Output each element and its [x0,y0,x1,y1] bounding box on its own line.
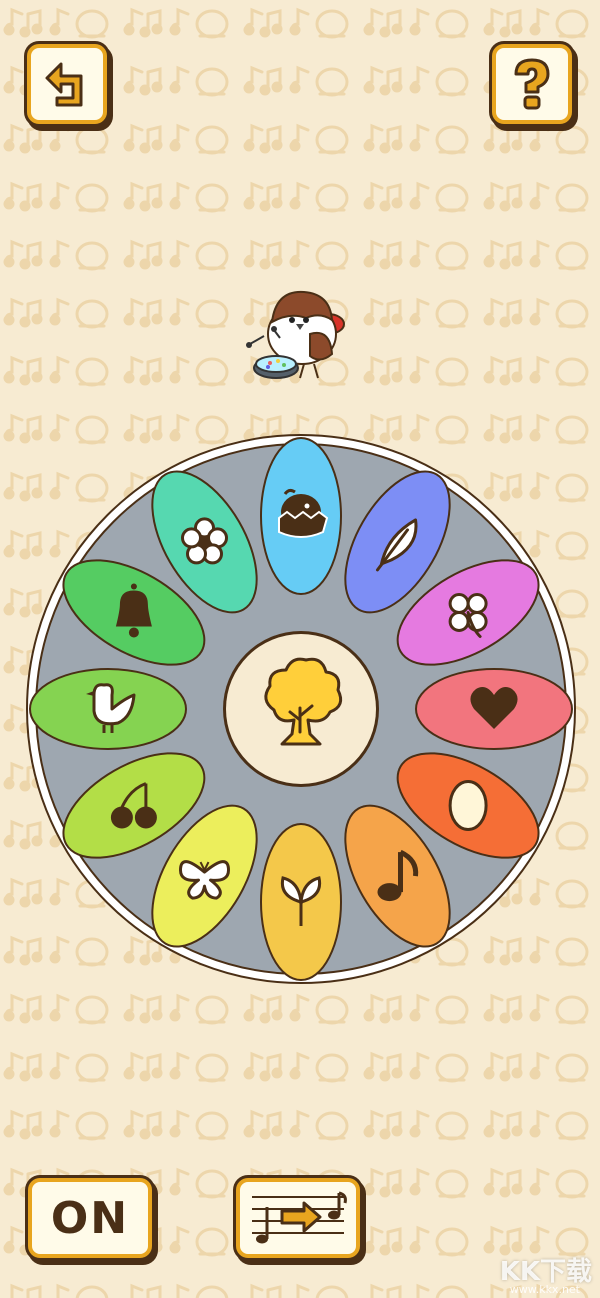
drum-wheel [26,434,576,984]
help-button[interactable] [492,44,572,124]
sparrow-drummer [246,290,345,379]
toggle-on-button[interactable]: ON [28,1178,152,1258]
watermark-url: www.kkx.net [509,1283,580,1296]
back-arrow-icon [45,62,83,107]
toggle-label: ON [50,1192,130,1244]
drum-pad-chicken[interactable] [29,668,187,750]
drum-pad-chick[interactable] [260,437,342,595]
drum-pad-sprout[interactable] [260,823,342,981]
back-button[interactable] [27,44,107,124]
drum-pad-heart[interactable] [415,668,573,750]
score-button[interactable] [236,1178,360,1258]
question-mark-icon [514,58,550,110]
center-pad[interactable] [223,631,379,787]
egg-icon [448,780,488,831]
music-staff-arrow-icon [252,1191,347,1244]
